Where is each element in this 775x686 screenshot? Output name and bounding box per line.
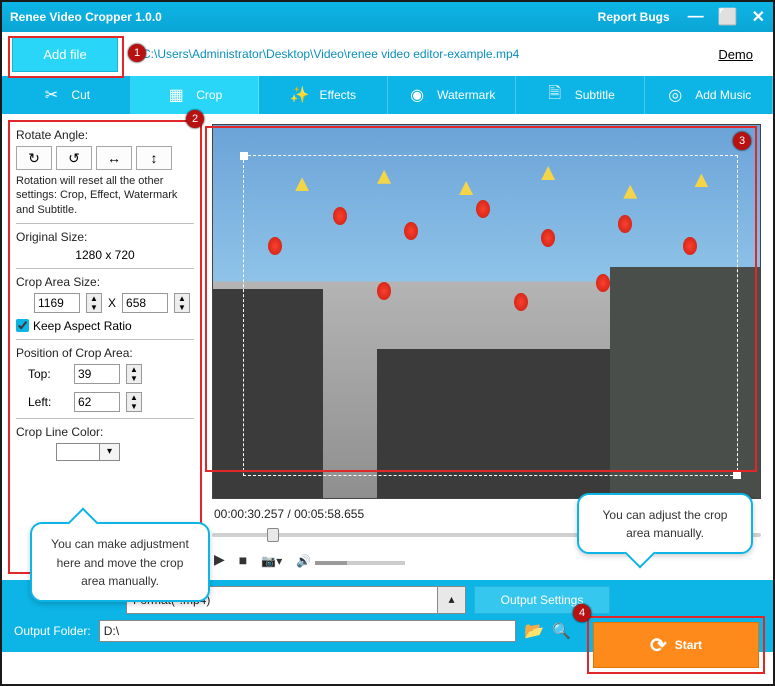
cycle-icon: ⟳ [650,633,667,658]
badge-4: 4 [573,604,591,622]
music-icon: ◎ [665,85,685,105]
flip-h-button[interactable]: ↔ [96,146,132,170]
seek-thumb[interactable] [267,528,279,542]
top-row: Add file C:\Users\Administrator\Desktop\… [2,32,773,76]
output-folder-label: Output Folder: [14,624,91,638]
position-group: Position of Crop Area: Top: ▲▼ Left: ▲▼ [16,346,194,419]
keep-aspect-input[interactable] [16,319,29,332]
cut-icon: ✂ [41,85,61,105]
stop-button[interactable]: ■ [239,552,247,568]
subtitle-icon: 🗎 [545,85,565,105]
badge-2: 2 [186,110,204,128]
left-spinner[interactable]: ▲▼ [126,392,142,412]
callout-right: You can adjust the crop area manually. [577,493,753,554]
crop-area-label: Crop Area Size: [16,275,194,289]
flip-v-button[interactable]: ↕ [136,146,172,170]
width-spinner[interactable]: ▲▼ [86,293,102,313]
crop-height-input[interactable] [122,293,168,313]
tab-crop[interactable]: ▦Crop [131,76,260,114]
left-label: Left: [28,395,68,409]
top-spinner[interactable]: ▲▼ [126,364,142,384]
browse-folder-icon[interactable]: 📂 [524,621,544,641]
original-size-label: Original Size: [16,230,194,244]
rotate-cw-button[interactable]: ↻ [16,146,52,170]
tab-add-music[interactable]: ◎Add Music [645,76,774,114]
crop-icon: ▦ [166,85,186,105]
tab-watermark[interactable]: ◉Watermark [388,76,517,114]
search-folder-icon[interactable]: 🔍 [552,622,571,640]
badge-3: 3 [733,132,751,150]
rotate-ccw-button[interactable]: ↺ [56,146,92,170]
tab-subtitle[interactable]: 🗎Subtitle [516,76,645,114]
watermark-icon: ◉ [407,85,427,105]
volume-icon: 🔊 [296,554,311,568]
callout-left: You can make adjustment here and move th… [30,522,210,602]
report-bugs-link[interactable]: Report Bugs [598,10,670,24]
color-group: Crop Line Color: ▾ [16,425,194,461]
keep-aspect-checkbox[interactable]: Keep Aspect Ratio [16,319,194,333]
crop-color-dropdown[interactable]: ▾ [100,443,120,461]
tab-cut[interactable]: ✂Cut [2,76,131,114]
effects-icon: ✨ [290,85,310,105]
video-preview[interactable] [212,124,761,499]
tab-effects[interactable]: ✨Effects [259,76,388,114]
crop-rectangle[interactable] [243,155,738,476]
crop-width-input[interactable] [34,293,80,313]
height-spinner[interactable]: ▲▼ [174,293,190,313]
crop-color-swatch[interactable] [56,443,100,461]
top-input[interactable] [74,364,120,384]
snapshot-button[interactable]: 📷▾ [261,552,282,568]
rotate-group: Rotate Angle: ↻ ↺ ↔ ↕ Rotation will rese… [16,128,194,224]
position-label: Position of Crop Area: [16,346,194,360]
app-title: Renee Video Cropper 1.0.0 [10,10,598,24]
file-path: C:\Users\Administrator\Desktop\Video\ren… [118,47,718,61]
top-label: Top: [28,367,68,381]
maximize-button[interactable]: ⬜ [718,7,738,27]
play-button[interactable]: ▶ [214,551,225,568]
rotate-note: Rotation will reset all the other settin… [16,174,194,217]
format-arrow[interactable]: ▴ [438,586,466,614]
rotate-label: Rotate Angle: [16,128,194,142]
demo-link[interactable]: Demo [718,47,753,62]
volume-slider[interactable] [315,561,405,565]
output-folder-input[interactable] [99,620,517,642]
tab-bar: ✂Cut ▦Crop ✨Effects ◉Watermark 🗎Subtitle… [2,76,773,114]
original-size-value: 1280 x 720 [16,248,194,262]
crop-area-group: Crop Area Size: ▲▼ X ▲▼ Keep Aspect Rati… [16,275,194,340]
minimize-button[interactable]: — [688,8,704,26]
color-label: Crop Line Color: [16,425,194,439]
left-input[interactable] [74,392,120,412]
volume-control[interactable]: 🔊 [296,552,405,568]
badge-1: 1 [128,44,146,62]
titlebar: Renee Video Cropper 1.0.0 Report Bugs — … [2,2,773,32]
add-file-button[interactable]: Add file [12,36,118,72]
close-button[interactable]: ✕ [752,7,765,27]
crop-panel: Rotate Angle: ↻ ↺ ↔ ↕ Rotation will rese… [8,120,202,574]
original-size-group: Original Size: 1280 x 720 [16,230,194,269]
start-button[interactable]: ⟳ Start [593,622,759,668]
